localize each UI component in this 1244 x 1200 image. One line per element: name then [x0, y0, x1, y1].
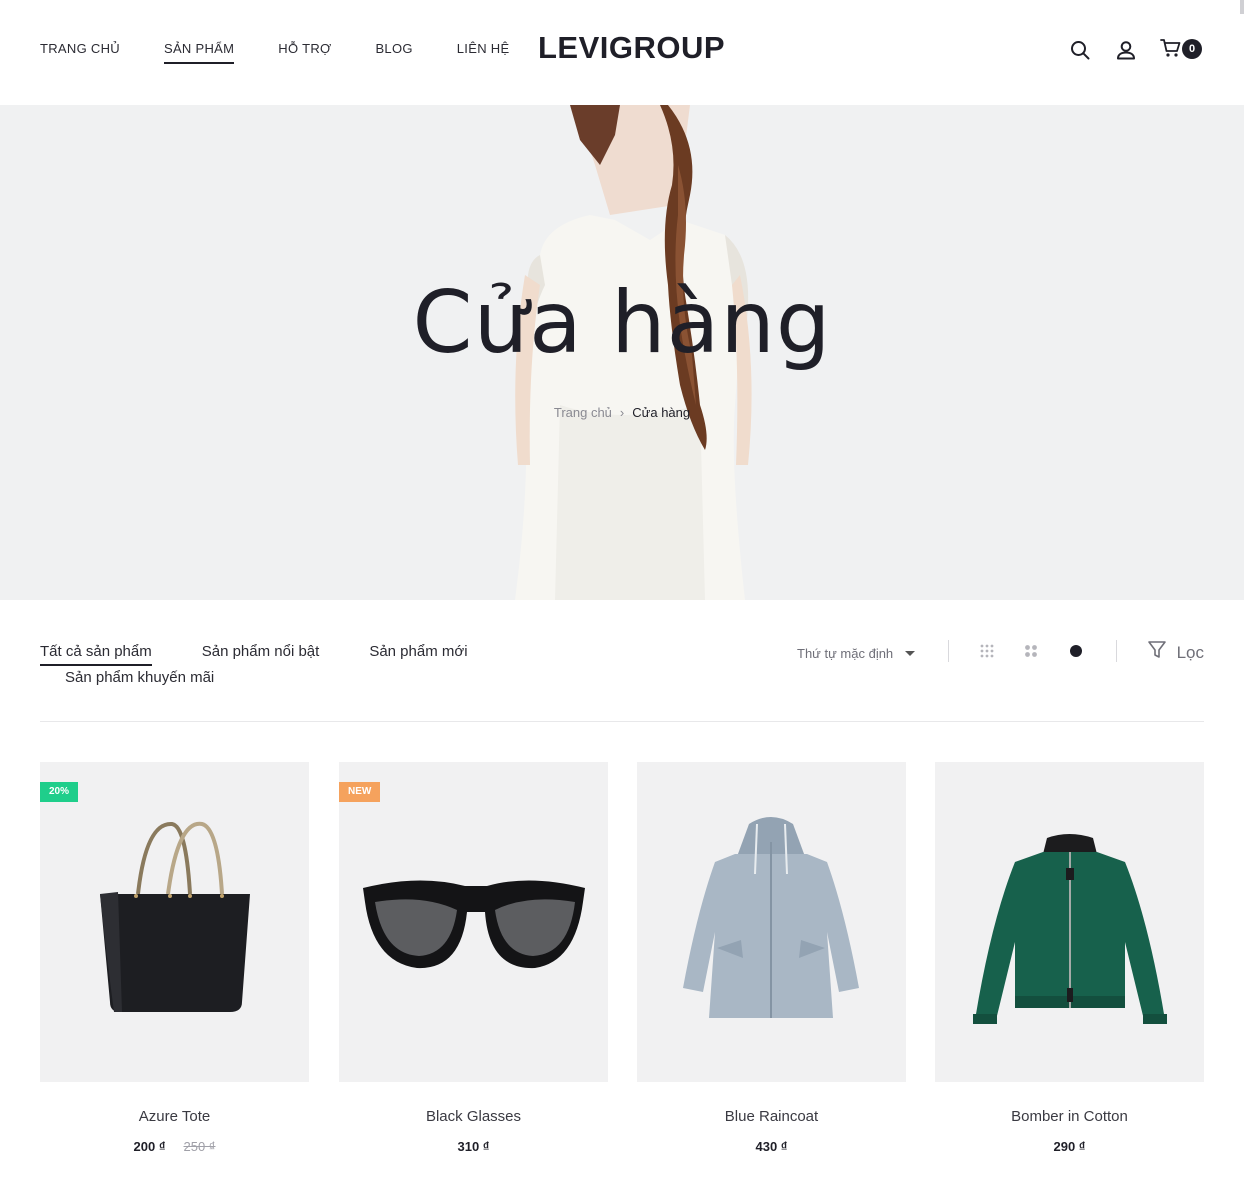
- product-price: 200 ₫ 250 ₫: [40, 1139, 309, 1154]
- filter-button[interactable]: Lọc: [1147, 640, 1204, 665]
- tab-all-products[interactable]: Tất cả sản phẩm: [40, 640, 152, 666]
- breadcrumb-separator: ›: [619, 405, 625, 420]
- sort-dropdown[interactable]: Thứ tự mặc định: [797, 646, 916, 661]
- site-header: TRANG CHỦ SẢN PHẨM HỖ TRỢ BLOG LIÊN HỆ L…: [0, 0, 1244, 105]
- grid-large-icon[interactable]: [1067, 642, 1085, 660]
- new-badge: NEW: [339, 782, 381, 802]
- product-image-bomber[interactable]: [935, 762, 1204, 1082]
- product-image-glasses[interactable]: NEW: [339, 762, 608, 1082]
- user-icon[interactable]: [1114, 38, 1138, 62]
- product-name[interactable]: Black Glasses: [339, 1108, 608, 1125]
- product-card[interactable]: 20% Azure Tote 200 ₫ 250 ₫: [40, 762, 309, 1182]
- current-price: 310 ₫: [457, 1139, 490, 1154]
- divider: [1116, 640, 1117, 662]
- main-nav: TRANG CHỦ SẢN PHẨM HỖ TRỢ BLOG LIÊN HỆ: [40, 41, 553, 64]
- product-name[interactable]: Azure Tote: [40, 1108, 309, 1125]
- site-logo[interactable]: LEVIGROUP: [538, 30, 725, 66]
- nav-contact[interactable]: LIÊN HỆ: [457, 41, 510, 64]
- current-price: 290 ₫: [1053, 1139, 1086, 1154]
- product-grid: 20% Azure Tote 200 ₫ 250 ₫ NEW Black Glas…: [40, 762, 1204, 1182]
- breadcrumb-current: Cửa hàng: [632, 405, 691, 420]
- cart-count-badge: 0: [1182, 39, 1202, 59]
- breadcrumb: Trang chủ › Cửa hàng: [0, 405, 1244, 420]
- cart-button[interactable]: 0: [1160, 38, 1204, 62]
- page-title: Cửa hàng: [412, 273, 832, 373]
- product-name[interactable]: Blue Raincoat: [637, 1108, 906, 1125]
- nav-support[interactable]: HỖ TRỢ: [278, 41, 331, 64]
- grid-small-icon[interactable]: [978, 642, 996, 660]
- product-card[interactable]: NEW Black Glasses 310 ₫: [339, 762, 608, 1182]
- discount-badge: 20%: [40, 782, 79, 802]
- search-icon[interactable]: [1068, 38, 1092, 62]
- divider: [948, 640, 949, 662]
- product-price: 430 ₫: [637, 1139, 906, 1154]
- shop-toolbar: Tất cả sản phẩm Sản phẩm nổi bật Sản phẩm …: [40, 630, 1204, 722]
- old-price: 250 ₫: [183, 1139, 216, 1154]
- product-price: 290 ₫: [935, 1139, 1204, 1154]
- tab-featured-products[interactable]: Sản phẩm nổi bật: [202, 640, 320, 664]
- scrollbar[interactable]: [1240, 0, 1244, 14]
- cart-icon: [1160, 38, 1182, 63]
- nav-home[interactable]: TRANG CHỦ: [40, 41, 120, 64]
- tab-sale-products[interactable]: Sản phẩm khuyến mãi: [65, 666, 214, 690]
- product-image-tote[interactable]: 20%: [40, 762, 309, 1082]
- product-card[interactable]: Blue Raincoat 430 ₫: [637, 762, 906, 1182]
- sort-label: Thứ tự mặc định: [797, 646, 894, 661]
- header-actions: 0: [1046, 38, 1204, 62]
- current-price: 430 ₫: [755, 1139, 788, 1154]
- category-tabs: Tất cả sản phẩm Sản phẩm nổi bật Sản phẩm …: [40, 640, 520, 690]
- current-price: 200 ₫: [133, 1139, 166, 1154]
- tab-new-products[interactable]: Sản phẩm mới: [369, 640, 467, 664]
- product-price: 310 ₫: [339, 1139, 608, 1154]
- product-card[interactable]: Bomber in Cotton 290 ₫: [935, 762, 1204, 1182]
- nav-products[interactable]: SẢN PHẨM: [163, 41, 235, 64]
- chevron-down-icon: [905, 651, 916, 656]
- filter-label: Lọc: [1176, 642, 1204, 662]
- hero-banner: Cửa hàng Trang chủ › Cửa hàng: [0, 105, 1244, 600]
- grid-medium-icon[interactable]: [1022, 642, 1040, 660]
- nav-blog[interactable]: BLOG: [375, 41, 412, 64]
- product-name[interactable]: Bomber in Cotton: [935, 1108, 1204, 1125]
- product-image-raincoat[interactable]: [637, 762, 906, 1082]
- breadcrumb-home-link[interactable]: Trang chủ: [554, 405, 612, 420]
- filter-icon: [1147, 640, 1177, 665]
